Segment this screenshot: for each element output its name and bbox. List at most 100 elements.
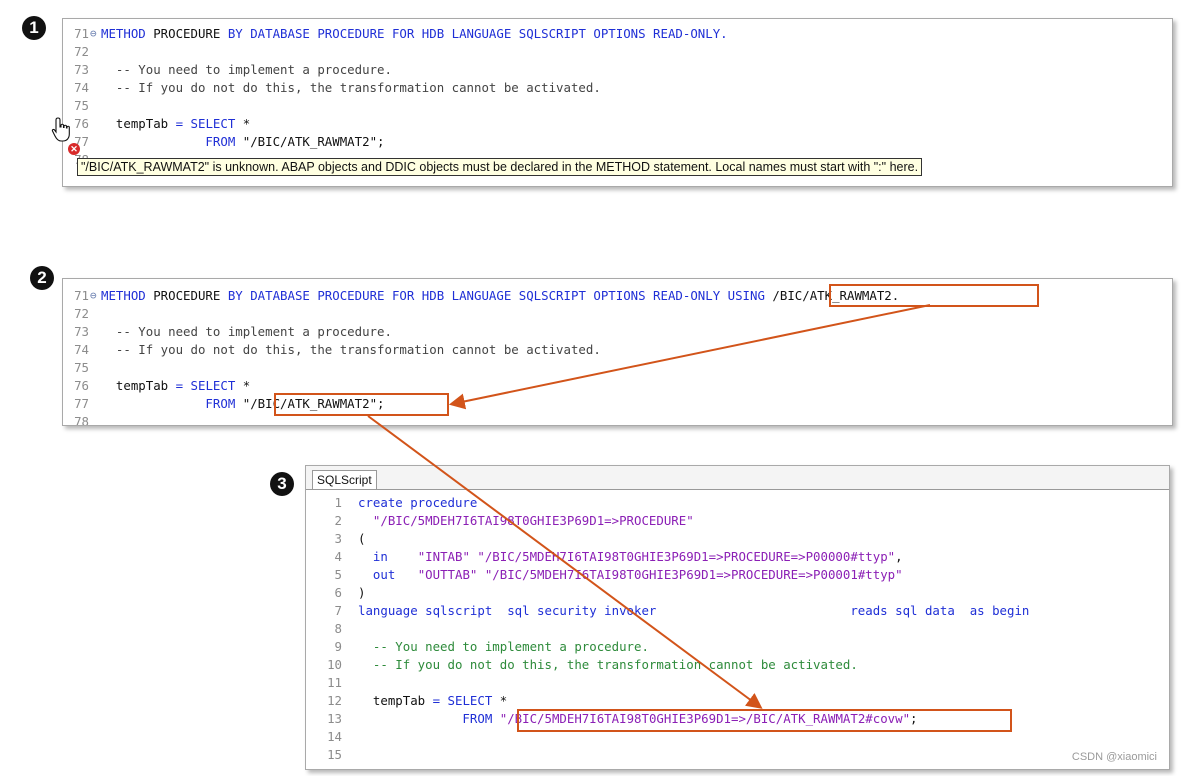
line-number: 2 xyxy=(334,513,342,528)
line-number: 77 xyxy=(74,396,89,411)
sqlscript-panel: SQLScript 1 create procedure 2 "/BIC/5MDEH… xyxy=(305,465,1170,770)
code-text[interactable]: ) xyxy=(358,584,365,602)
code-text[interactable]: -- If you do not do this, the transforma… xyxy=(101,79,601,97)
code-line: 15 xyxy=(306,746,1169,764)
code-token: in xyxy=(358,549,418,564)
code-token: tempTab xyxy=(101,116,176,131)
code-token: "OUTTAB" "/BIC/5MDEH7I6TAI98T0GHIE3P69D1… xyxy=(417,567,903,582)
error-x-icon[interactable]: ✕ xyxy=(68,143,80,155)
hand-pointer-icon xyxy=(51,117,70,142)
code-text[interactable]: -- If you do not do this, the transforma… xyxy=(358,656,858,674)
code-token: tempTab xyxy=(101,378,176,393)
code-text[interactable]: ( xyxy=(358,530,365,548)
line-number: 11 xyxy=(327,675,342,690)
tab-bar xyxy=(306,466,1169,490)
code-text[interactable]: -- If you do not do this, the transforma… xyxy=(101,341,601,359)
line-number: 1 xyxy=(334,495,342,510)
code-line: 76 tempTab = SELECT * xyxy=(63,377,1172,395)
generated-from-highlight xyxy=(517,709,1012,732)
code-text[interactable]: METHOD PROCEDURE BY DATABASE PROCEDURE F… xyxy=(101,287,899,305)
line-number: 72 xyxy=(74,44,89,59)
code-token: PROCEDURE xyxy=(153,26,228,41)
code-line: 74 -- If you do not do this, the transfo… xyxy=(63,79,1172,97)
code-token: "INTAB" "/BIC/5MDEH7I6TAI98T0GHIE3P69D1=… xyxy=(417,549,896,564)
code-text[interactable]: "/BIC/5MDEH7I6TAI98T0GHIE3P69D1=>PROCEDU… xyxy=(358,512,694,530)
code-line: 78 xyxy=(63,413,1172,426)
line-number: 5 xyxy=(334,567,342,582)
error-tooltip: "/BIC/ATK_RAWMAT2" is unknown. ABAP obje… xyxy=(77,158,923,176)
line-number: 3 xyxy=(334,531,342,546)
fold-toggle-icon[interactable]: ⊖ xyxy=(90,287,97,305)
code-line: 76 tempTab = SELECT * xyxy=(63,115,1172,133)
line-number: 4 xyxy=(334,549,342,564)
line-number: 7 xyxy=(334,603,342,618)
line-number: 10 xyxy=(327,657,342,672)
code-line: 75 xyxy=(63,97,1172,115)
line-number: 71 xyxy=(74,288,89,303)
code-token: METHOD xyxy=(101,26,154,41)
editor-panel-2: 71 ⊖ METHOD PROCEDURE BY DATABASE PROCEDUR… xyxy=(62,278,1173,426)
line-number: 73 xyxy=(74,62,89,77)
line-number: 15 xyxy=(327,747,342,762)
code-text[interactable]: -- You need to implement a procedure. xyxy=(101,323,392,341)
code-text[interactable]: METHOD PROCEDURE BY DATABASE PROCEDURE F… xyxy=(101,25,728,43)
code-text[interactable]: -- You need to implement a procedure. xyxy=(358,638,649,656)
code-token: = SELECT xyxy=(175,378,243,393)
code-token: ) xyxy=(358,585,366,600)
code-line: 74 -- If you do not do this, the transfo… xyxy=(63,341,1172,359)
code-token: FROM xyxy=(101,134,243,149)
code-token: = SELECT xyxy=(175,116,243,131)
line-number: 12 xyxy=(327,693,342,708)
line-number: 76 xyxy=(74,378,89,393)
code-token: = SELECT xyxy=(432,693,500,708)
step-badge-2: 2 xyxy=(30,266,54,290)
code-token: -- If you do not do this, the transforma… xyxy=(358,657,858,672)
code-token: * xyxy=(242,378,251,393)
code-token: FROM xyxy=(101,396,243,411)
line-number: 6 xyxy=(334,585,342,600)
code-line: 77 FROM "/BIC/ATK_RAWMAT2"; xyxy=(63,133,1172,151)
code-token: -- If you do not do this, the transforma… xyxy=(101,80,601,95)
code-line: 2 "/BIC/5MDEH7I6TAI98T0GHIE3P69D1=>PROCE… xyxy=(306,512,1169,530)
code-line: 3( xyxy=(306,530,1169,548)
line-number: 78 xyxy=(74,414,89,426)
code-text[interactable]: FROM "/BIC/ATK_RAWMAT2"; xyxy=(101,133,384,151)
code-token: out xyxy=(358,567,418,582)
code-line: 72 xyxy=(63,43,1172,61)
code-token: language sqlscript sql security invoker … xyxy=(358,603,1030,618)
tab-sqlscript[interactable]: SQLScript xyxy=(312,470,377,489)
code-text[interactable]: create procedure xyxy=(358,494,477,512)
code-text[interactable]: tempTab = SELECT * xyxy=(101,115,250,133)
line-number: 13 xyxy=(327,711,342,726)
code-text[interactable]: language sqlscript sql security invoker … xyxy=(358,602,1029,620)
code-token: "/BIC/5MDEH7I6TAI98T0GHIE3P69D1=>PROCEDU… xyxy=(358,513,694,528)
code-token: ( xyxy=(358,531,366,546)
code-token: FROM xyxy=(358,711,500,726)
code-line: 11 xyxy=(306,674,1169,692)
code-token: , xyxy=(895,549,903,564)
code-lines: 71 ⊖ METHOD PROCEDURE BY DATABASE PROCEDUR… xyxy=(63,25,1172,169)
code-token: create procedure xyxy=(358,495,478,510)
code-token: USING xyxy=(727,288,773,303)
line-number: 74 xyxy=(74,80,89,95)
line-number: 14 xyxy=(327,729,342,744)
code-line: 4 in "INTAB" "/BIC/5MDEH7I6TAI98T0GHIE3P… xyxy=(306,548,1169,566)
code-line: 8 xyxy=(306,620,1169,638)
code-text[interactable]: tempTab = SELECT * xyxy=(358,692,507,710)
fold-toggle-icon[interactable]: ⊖ xyxy=(90,25,97,43)
code-token: METHOD xyxy=(101,288,154,303)
code-text[interactable]: out "OUTTAB" "/BIC/5MDEH7I6TAI98T0GHIE3P… xyxy=(358,566,903,584)
code-line: 73 -- You need to implement a procedure. xyxy=(63,61,1172,79)
code-line: 77 FROM "/BIC/ATK_RAWMAT2"; xyxy=(63,395,1172,413)
code-token: -- If you do not do this, the transforma… xyxy=(101,342,601,357)
code-line: 9 -- You need to implement a procedure. xyxy=(306,638,1169,656)
step-badge-1: 1 xyxy=(22,16,46,40)
line-number: 75 xyxy=(74,360,89,375)
code-line: 1 create procedure xyxy=(306,494,1169,512)
code-text[interactable]: -- You need to implement a procedure. xyxy=(101,61,392,79)
code-text[interactable]: tempTab = SELECT * xyxy=(101,377,250,395)
code-text[interactable]: in "INTAB" "/BIC/5MDEH7I6TAI98T0GHIE3P69… xyxy=(358,548,903,566)
code-token: -- You need to implement a procedure. xyxy=(358,639,649,654)
code-token: * xyxy=(499,693,508,708)
using-clause-highlight xyxy=(829,284,1039,307)
